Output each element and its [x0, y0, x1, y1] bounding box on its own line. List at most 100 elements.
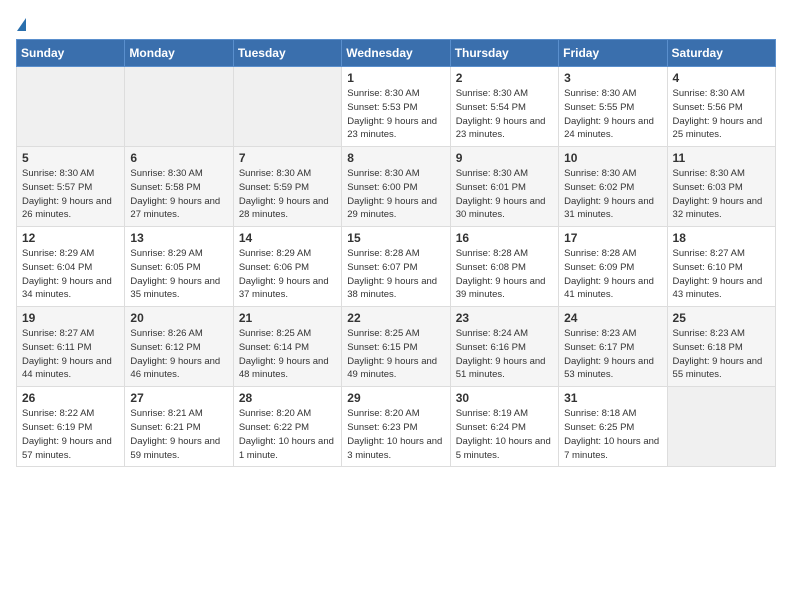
calendar-cell: 13Sunrise: 8:29 AM Sunset: 6:05 PM Dayli…: [125, 227, 233, 307]
day-info: Sunrise: 8:20 AM Sunset: 6:22 PM Dayligh…: [239, 407, 336, 462]
day-number: 15: [347, 231, 444, 245]
calendar-week-row: 12 Sunrise: 8:29 AM Sunset: 6:04 PM Dayli…: [17, 227, 776, 307]
calendar-cell: 20 Sunrise: 8:26 AM Sunset: 6:12 PM Dayli…: [125, 307, 233, 387]
day-number: 21: [239, 311, 336, 325]
day-number: 30: [456, 391, 553, 405]
day-info: Sunrise: 8:28 AM Sunset: 6:08 PM Dayligh…: [456, 247, 553, 302]
day-number: 24: [564, 311, 661, 325]
calendar-cell: 4 Sunrise: 8:30 AM Sunset: 5:56 PM Daylig…: [667, 67, 775, 147]
calendar-cell: 5 Sunrise: 8:30 AM Sunset: 5:57 PM Daylig…: [17, 147, 125, 227]
day-info: Sunrise: 8:30 AM Sunset: 5:55 PM Dayligh…: [564, 87, 661, 142]
calendar-cell: 26Sunrise: 8:22 AM Sunset: 6:19 PM Dayli…: [17, 387, 125, 467]
calendar-cell: [125, 67, 233, 147]
day-info: Sunrise: 8:30 AM Sunset: 5:53 PM Dayligh…: [347, 87, 444, 142]
day-number: 3: [564, 71, 661, 85]
day-info: Sunrise: 8:28 AM Sunset: 6:09 PM Dayligh…: [564, 247, 661, 302]
day-number: 12: [22, 231, 119, 245]
day-number: 20: [130, 311, 227, 325]
day-number: 6: [130, 151, 227, 165]
calendar-cell: 2 Sunrise: 8:30 AM Sunset: 5:54 PM Daylig…: [450, 67, 558, 147]
day-info: Sunrise: 8:30 AM Sunset: 5:57 PM Dayligh…: [22, 167, 119, 222]
calendar-week-row: 5 Sunrise: 8:30 AM Sunset: 5:57 PM Daylig…: [17, 147, 776, 227]
day-number: 4: [673, 71, 770, 85]
day-number: 19: [22, 311, 119, 325]
calendar-cell: 30 Sunrise: 8:19 AM Sunset: 6:24 PM Dayli…: [450, 387, 558, 467]
day-info: Sunrise: 8:30 AM Sunset: 6:00 PM Dayligh…: [347, 167, 444, 222]
day-number: 22: [347, 311, 444, 325]
calendar-header-sunday: Sunday: [17, 40, 125, 67]
calendar-cell: 31 Sunrise: 8:18 AM Sunset: 6:25 PM Dayli…: [559, 387, 667, 467]
day-number: 27: [130, 391, 227, 405]
day-number: 23: [456, 311, 553, 325]
calendar-cell: 15 Sunrise: 8:28 AM Sunset: 6:07 PM Dayli…: [342, 227, 450, 307]
day-info: Sunrise: 8:24 AM Sunset: 6:16 PM Dayligh…: [456, 327, 553, 382]
day-number: 13: [130, 231, 227, 245]
day-number: 17: [564, 231, 661, 245]
page-header: [16, 16, 776, 29]
day-info: Sunrise: 8:30 AM Sunset: 5:54 PM Dayligh…: [456, 87, 553, 142]
calendar-week-row: 1 Sunrise: 8:30 AM Sunset: 5:53 PM Daylig…: [17, 67, 776, 147]
calendar-cell: 9 Sunrise: 8:30 AM Sunset: 6:01 PM Daylig…: [450, 147, 558, 227]
day-info: Sunrise: 8:27 AM Sunset: 6:11 PM Dayligh…: [22, 327, 119, 382]
day-info: Sunrise: 8:30 AM Sunset: 5:59 PM Dayligh…: [239, 167, 336, 222]
calendar-cell: 27 Sunrise: 8:21 AM Sunset: 6:21 PM Dayli…: [125, 387, 233, 467]
calendar-cell: 17 Sunrise: 8:28 AM Sunset: 6:09 PM Dayli…: [559, 227, 667, 307]
day-info: Sunrise: 8:30 AM Sunset: 6:01 PM Dayligh…: [456, 167, 553, 222]
day-info: Sunrise: 8:29 AM Sunset: 6:04 PM Dayligh…: [22, 247, 119, 302]
day-number: 8: [347, 151, 444, 165]
day-info: Sunrise: 8:30 AM Sunset: 6:03 PM Dayligh…: [673, 167, 770, 222]
day-info: Sunrise: 8:26 AM Sunset: 6:12 PM Dayligh…: [130, 327, 227, 382]
calendar-cell: 29 Sunrise: 8:20 AM Sunset: 6:23 PM Dayli…: [342, 387, 450, 467]
calendar-cell: 22Sunrise: 8:25 AM Sunset: 6:15 PM Dayli…: [342, 307, 450, 387]
calendar-cell: 1 Sunrise: 8:30 AM Sunset: 5:53 PM Daylig…: [342, 67, 450, 147]
calendar-cell: 8 Sunrise: 8:30 AM Sunset: 6:00 PM Daylig…: [342, 147, 450, 227]
day-number: 14: [239, 231, 336, 245]
day-number: 29: [347, 391, 444, 405]
calendar-header-monday: Monday: [125, 40, 233, 67]
calendar-header-friday: Friday: [559, 40, 667, 67]
calendar-cell: 16 Sunrise: 8:28 AM Sunset: 6:08 PM Dayli…: [450, 227, 558, 307]
day-number: 10: [564, 151, 661, 165]
calendar-cell: 19 Sunrise: 8:27 AM Sunset: 6:11 PM Dayli…: [17, 307, 125, 387]
calendar-cell: [233, 67, 341, 147]
calendar-cell: 3 Sunrise: 8:30 AM Sunset: 5:55 PM Daylig…: [559, 67, 667, 147]
day-info: Sunrise: 8:19 AM Sunset: 6:24 PM Dayligh…: [456, 407, 553, 462]
day-number: 5: [22, 151, 119, 165]
logo: [16, 16, 26, 29]
day-info: Sunrise: 8:28 AM Sunset: 6:07 PM Dayligh…: [347, 247, 444, 302]
calendar-week-row: 19 Sunrise: 8:27 AM Sunset: 6:11 PM Dayli…: [17, 307, 776, 387]
calendar-header-wednesday: Wednesday: [342, 40, 450, 67]
day-number: 26: [22, 391, 119, 405]
calendar-cell: 23 Sunrise: 8:24 AM Sunset: 6:16 PM Dayli…: [450, 307, 558, 387]
calendar-cell: 24 Sunrise: 8:23 AM Sunset: 6:17 PM Dayli…: [559, 307, 667, 387]
day-number: 2: [456, 71, 553, 85]
day-info: Sunrise: 8:25 AM Sunset: 6:14 PM Dayligh…: [239, 327, 336, 382]
day-number: 31: [564, 391, 661, 405]
calendar-cell: [17, 67, 125, 147]
day-number: 7: [239, 151, 336, 165]
calendar-cell: [667, 387, 775, 467]
calendar-cell: 12 Sunrise: 8:29 AM Sunset: 6:04 PM Dayli…: [17, 227, 125, 307]
calendar-cell: 6Sunrise: 8:30 AM Sunset: 5:58 PM Daylig…: [125, 147, 233, 227]
day-number: 25: [673, 311, 770, 325]
day-info: Sunrise: 8:21 AM Sunset: 6:21 PM Dayligh…: [130, 407, 227, 462]
calendar-week-row: 26Sunrise: 8:22 AM Sunset: 6:19 PM Dayli…: [17, 387, 776, 467]
calendar-cell: 11 Sunrise: 8:30 AM Sunset: 6:03 PM Dayli…: [667, 147, 775, 227]
day-info: Sunrise: 8:30 AM Sunset: 5:56 PM Dayligh…: [673, 87, 770, 142]
day-number: 28: [239, 391, 336, 405]
calendar-header-thursday: Thursday: [450, 40, 558, 67]
day-info: Sunrise: 8:18 AM Sunset: 6:25 PM Dayligh…: [564, 407, 661, 462]
day-number: 9: [456, 151, 553, 165]
day-info: Sunrise: 8:29 AM Sunset: 6:06 PM Dayligh…: [239, 247, 336, 302]
calendar-cell: 21 Sunrise: 8:25 AM Sunset: 6:14 PM Dayli…: [233, 307, 341, 387]
day-number: 1: [347, 71, 444, 85]
day-info: Sunrise: 8:20 AM Sunset: 6:23 PM Dayligh…: [347, 407, 444, 462]
calendar-cell: 10Sunrise: 8:30 AM Sunset: 6:02 PM Dayli…: [559, 147, 667, 227]
calendar-cell: 7 Sunrise: 8:30 AM Sunset: 5:59 PM Daylig…: [233, 147, 341, 227]
day-info: Sunrise: 8:23 AM Sunset: 6:17 PM Dayligh…: [564, 327, 661, 382]
calendar-cell: 28 Sunrise: 8:20 AM Sunset: 6:22 PM Dayli…: [233, 387, 341, 467]
day-number: 11: [673, 151, 770, 165]
logo-triangle-icon: [17, 18, 26, 31]
day-number: 16: [456, 231, 553, 245]
calendar-header-row: SundayMondayTuesdayWednesdayThursdayFrid…: [17, 40, 776, 67]
